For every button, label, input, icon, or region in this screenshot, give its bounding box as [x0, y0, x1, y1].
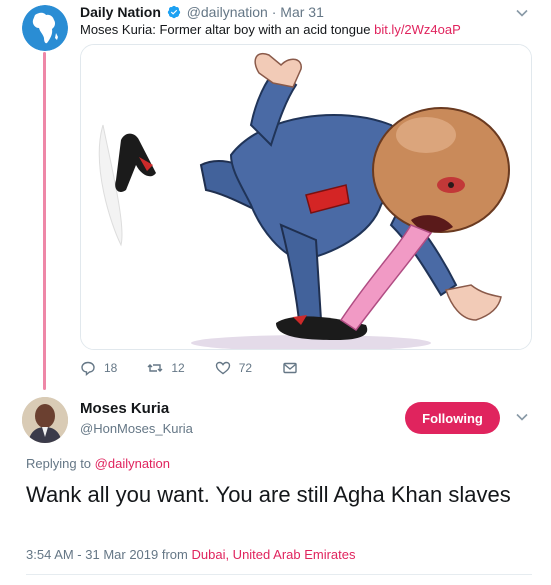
replying-to-handle[interactable]: @dailynation [95, 456, 170, 471]
envelope-icon [283, 362, 297, 374]
tweet2-location[interactable]: Dubai, United Arab Emirates [191, 547, 355, 562]
daily-nation-avatar[interactable] [22, 5, 68, 51]
retweet-count: 12 [171, 361, 185, 375]
replying-to-line: Replying to @dailynation [26, 456, 170, 471]
tweet1-header: Daily Nation @dailynation · Mar 31 [80, 4, 324, 20]
tweet1-link[interactable]: bit.ly/2Wz4oaP [374, 22, 461, 37]
retweet-icon [147, 364, 163, 372]
direct-message-action[interactable] [282, 360, 298, 376]
retweet-action[interactable]: 12 [147, 360, 185, 376]
tweet1-more-chevron-down-icon[interactable] [515, 6, 529, 20]
like-count: 72 [238, 361, 253, 375]
tweet2-author-handle[interactable]: @HonMoses_Kuria [80, 421, 193, 436]
tweet1-separator: · [271, 4, 277, 20]
heart-icon [215, 361, 230, 375]
tweet2-more-chevron-down-icon[interactable] [515, 410, 529, 424]
reply-count: 18 [104, 361, 118, 375]
tweet1-author-name[interactable]: Daily Nation [80, 4, 161, 20]
tweet2-author-name[interactable]: Moses Kuria [80, 400, 169, 417]
like-action[interactable]: 72 [215, 360, 252, 376]
tweet2-meta: 3:54 AM - 31 Mar 2019 from Dubai, United… [26, 547, 356, 562]
tweet1-body: Moses Kuria: Former altar boy with an ac… [80, 22, 375, 37]
tweet1-text: Moses Kuria: Former altar boy with an ac… [80, 22, 461, 37]
reply-action[interactable]: 18 [80, 360, 117, 376]
tweet1-date[interactable]: Mar 31 [280, 4, 324, 20]
reply-bubble-icon [81, 361, 95, 376]
tweet2-from-word: from [158, 547, 192, 562]
tweet2-timestamp[interactable]: 3:54 AM - 31 Mar 2019 [26, 547, 158, 562]
replying-to-prefix: Replying to [26, 456, 95, 471]
tweet1-actions: 18 12 72 [80, 360, 328, 376]
thread-connector-line [43, 52, 46, 390]
divider [26, 574, 532, 575]
tweet1-author-handle[interactable]: @dailynation [187, 4, 268, 20]
verified-badge-icon [167, 5, 180, 19]
tweet1-media-cartoon[interactable] [80, 44, 532, 350]
tweet2-text: Wank all you want. You are still Agha Kh… [26, 482, 511, 507]
following-button[interactable]: Following [405, 402, 500, 434]
moses-kuria-avatar[interactable] [22, 397, 68, 443]
